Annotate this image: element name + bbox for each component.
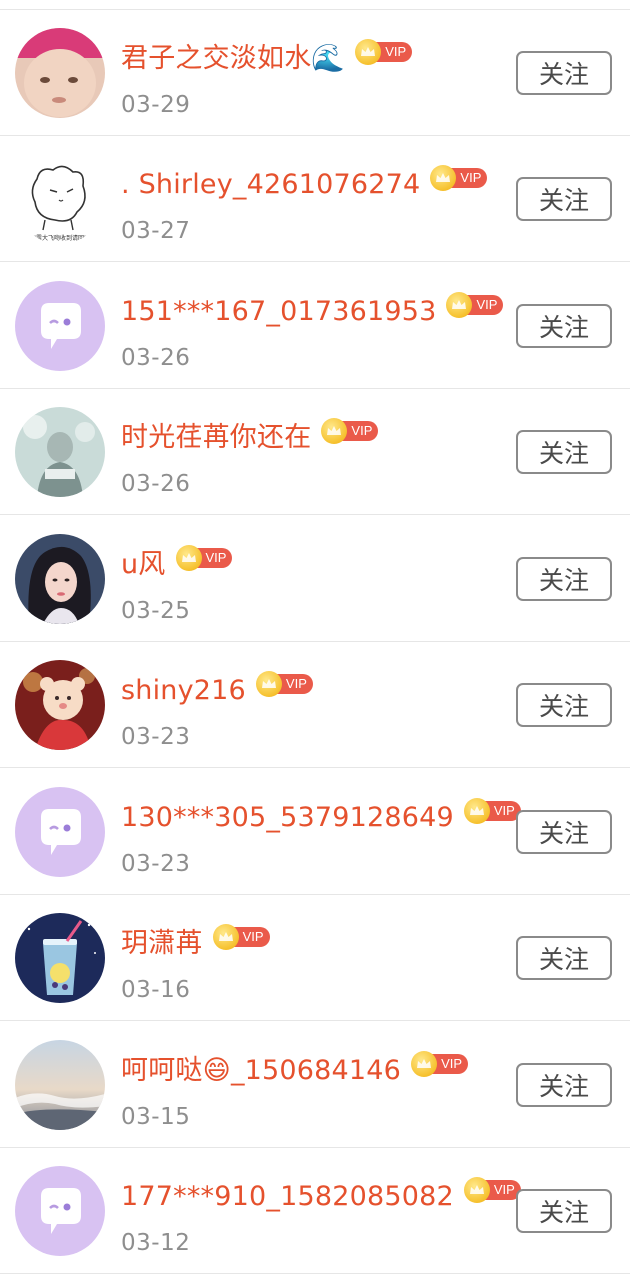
vip-badge: VIP xyxy=(212,923,270,951)
crown-icon xyxy=(175,545,202,571)
user-name[interactable]: 呵呵哒😄_150684146 xyxy=(121,1054,401,1088)
list-item[interactable]: 呵呵哒😄_150684146 VIP 03-15 关注 xyxy=(0,1022,630,1148)
avatar[interactable] xyxy=(15,407,105,497)
vip-badge: VIP xyxy=(255,670,313,698)
vip-badge: VIP xyxy=(463,797,521,825)
vip-badge: VIP xyxy=(321,417,379,445)
follow-button[interactable]: 关注 xyxy=(516,1063,612,1107)
follow-button[interactable]: 关注 xyxy=(516,683,612,727)
crown-icon xyxy=(255,671,282,697)
avatar[interactable] xyxy=(15,913,105,1003)
vip-badge: VIP xyxy=(463,1176,521,1204)
avatar[interactable] xyxy=(15,660,105,750)
user-name[interactable]: 130***305_5379128649 xyxy=(121,801,454,835)
vip-badge: VIP xyxy=(355,38,413,66)
follow-date: 03-25 xyxy=(121,598,191,624)
list-item[interactable]: 玥潇苒 VIP 03-16 关注 xyxy=(0,895,630,1021)
user-name[interactable]: 玥潇苒 xyxy=(121,927,203,961)
follow-button[interactable]: 关注 xyxy=(516,51,612,95)
vip-badge: VIP xyxy=(411,1050,469,1078)
follow-date: 03-23 xyxy=(121,724,191,750)
list-item[interactable]: 君子之交淡如水🌊 VIP 03-29 关注 xyxy=(0,10,630,136)
follower-list: 君子之交淡如水🌊 VIP 03-29 关注 "露大飞吻收到请回" . Shirl… xyxy=(0,0,630,1280)
avatar-caption: "露大飞吻收到请回" xyxy=(33,234,87,242)
avatar[interactable] xyxy=(15,534,105,624)
follow-button[interactable]: 关注 xyxy=(516,430,612,474)
list-item[interactable]: 177***910_1582085082 VIP 03-12 关注 xyxy=(0,1148,630,1274)
user-name[interactable]: . Shirley_4261076274 xyxy=(121,168,420,202)
crown-icon xyxy=(463,1177,490,1203)
follow-button[interactable]: 关注 xyxy=(516,936,612,980)
follow-date: 03-16 xyxy=(121,977,191,1003)
avatar[interactable] xyxy=(15,281,105,371)
list-item[interactable]: 151***167_017361953 VIP 03-26 关注 xyxy=(0,263,630,389)
user-name[interactable]: 君子之交淡如水🌊 xyxy=(121,42,345,76)
crown-icon xyxy=(212,924,239,950)
list-item[interactable]: shiny216 VIP 03-23 关注 xyxy=(0,642,630,768)
follow-date: 03-12 xyxy=(121,1230,191,1256)
vip-badge: VIP xyxy=(430,164,488,192)
list-item[interactable]: 130***305_5379128649 VIP 03-23 关注 xyxy=(0,769,630,895)
user-name[interactable]: 177***910_1582085082 xyxy=(121,1180,454,1214)
user-name[interactable]: u风 xyxy=(121,548,166,582)
follow-date: 03-29 xyxy=(121,92,191,118)
follow-date: 03-26 xyxy=(121,471,191,497)
user-name[interactable]: shiny216 xyxy=(121,674,246,708)
crown-icon xyxy=(463,798,490,824)
follow-date: 03-23 xyxy=(121,851,191,877)
follow-button[interactable]: 关注 xyxy=(516,557,612,601)
list-item[interactable]: u风 VIP 03-25 关注 xyxy=(0,516,630,642)
follow-date: 03-15 xyxy=(121,1104,191,1130)
avatar[interactable]: "露大飞吻收到请回" xyxy=(15,154,105,244)
user-name[interactable]: 151***167_017361953 xyxy=(121,295,436,329)
vip-badge: VIP xyxy=(446,291,504,319)
avatar[interactable] xyxy=(15,787,105,877)
user-name[interactable]: 时光荏苒你还在 xyxy=(121,421,311,455)
avatar[interactable] xyxy=(15,1040,105,1130)
avatar[interactable] xyxy=(15,1166,105,1256)
follow-button[interactable]: 关注 xyxy=(516,177,612,221)
list-item[interactable]: 时光荏苒你还在 VIP 03-26 关注 xyxy=(0,389,630,515)
list-item[interactable]: "露大飞吻收到请回" . Shirley_4261076274 VIP 03-2… xyxy=(0,136,630,262)
vip-badge: VIP xyxy=(175,544,233,572)
follow-button[interactable]: 关注 xyxy=(516,1189,612,1233)
crown-icon xyxy=(411,1051,438,1077)
follow-button[interactable]: 关注 xyxy=(516,304,612,348)
follow-button[interactable]: 关注 xyxy=(516,810,612,854)
follow-date: 03-26 xyxy=(121,345,191,371)
follow-date: 03-27 xyxy=(121,218,191,244)
avatar[interactable] xyxy=(15,28,105,118)
